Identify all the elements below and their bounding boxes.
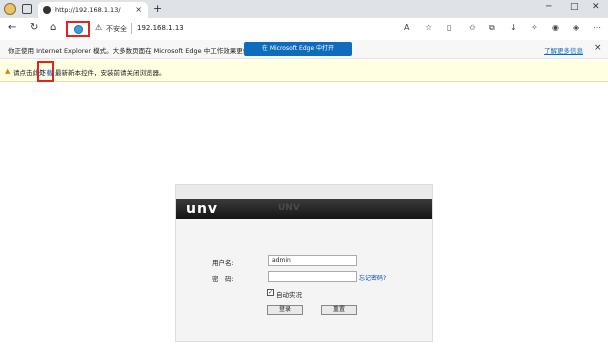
warning-icon: ▲ <box>5 67 11 75</box>
downloads-icon[interactable]: ↓ <box>510 23 517 32</box>
reset-button[interactable]: 重置 <box>321 305 357 315</box>
password-input[interactable] <box>268 271 357 282</box>
tab-close-icon[interactable]: × <box>135 5 142 14</box>
minimize-icon[interactable]: ─ <box>546 2 551 12</box>
copilot-icon[interactable]: ◈ <box>573 23 579 32</box>
auto-live-view-checkbox[interactable]: ✓ <box>267 289 274 296</box>
close-icon[interactable]: ✕ <box>592 2 600 12</box>
tab-actions-icon[interactable] <box>22 4 32 14</box>
profile-avatar[interactable] <box>4 3 16 15</box>
info-suffix-text: 最新新本控件，安装前请关闭浏览器。 <box>55 69 166 77</box>
unv-logo: unv <box>186 201 219 217</box>
forgot-password-link[interactable]: 忘记密码? <box>359 273 386 282</box>
maximize-icon[interactable]: □ <box>570 2 579 12</box>
ie-mode-message: 你正使用 Internet Explorer 模式。大多数页面在 Microso… <box>8 47 256 55</box>
tab-title: http://192.168.1.13/ <box>55 6 121 14</box>
internet-explorer-icon <box>74 25 83 34</box>
close-icon[interactable]: × <box>594 43 602 53</box>
collections-icon[interactable]: ⧉ <box>489 23 495 33</box>
panel-header-strip <box>176 185 432 199</box>
banner-watermark: UNV <box>278 203 300 213</box>
browser-essentials-icon[interactable]: ◉ <box>552 23 559 32</box>
favorites-star-icon[interactable]: ☆ <box>425 23 432 32</box>
ie-mode-notification-bar: 你正使用 Internet Explorer 模式。大多数页面在 Microso… <box>0 40 608 59</box>
login-panel: unv UNV 用户名: admin 密 码: 忘记密码? ✓ 自动实况 登录 … <box>175 184 433 342</box>
warning-icon: ⚠ <box>95 23 103 32</box>
split-screen-icon[interactable]: ▯ <box>447 23 451 32</box>
password-label: 密 码: <box>212 275 234 283</box>
learn-more-link[interactable]: 了解更多信息 <box>544 45 583 55</box>
plugin-info-bar: ▲ 请点击此处 下载 最新新本控件，安装前请关闭浏览器。 <box>0 60 608 82</box>
address-bar[interactable]: 192.168.1.13 <box>137 24 184 32</box>
refresh-icon[interactable]: ↻ <box>30 22 38 33</box>
browser-toolbar: ← ↻ ⌂ ⚠ 不安全 192.168.1.13 A ☆ ▯ ✩ ⧉ ↓ ✧ ◉… <box>0 18 608 40</box>
security-label[interactable]: 不安全 <box>106 24 127 34</box>
username-label: 用户名: <box>212 259 234 267</box>
title-bar: http://192.168.1.13/ × + ─ □ ✕ <box>0 0 608 18</box>
auto-live-view-label: 自动实况 <box>276 291 302 299</box>
brand-banner: unv UNV <box>176 199 432 219</box>
read-aloud-icon[interactable]: A <box>404 23 409 32</box>
ie-mode-icon[interactable] <box>66 21 90 37</box>
tab-favicon-icon <box>43 6 51 14</box>
download-link[interactable]: 下载 <box>40 67 53 77</box>
browser-tab[interactable]: http://192.168.1.13/ × <box>38 2 148 18</box>
extensions-icon[interactable]: ✧ <box>531 23 538 32</box>
back-icon[interactable]: ← <box>8 22 16 33</box>
username-input[interactable]: admin <box>268 255 357 266</box>
new-tab-button[interactable]: + <box>153 2 162 15</box>
favorites-icon[interactable]: ✩ <box>469 23 476 32</box>
divider <box>131 23 132 34</box>
open-in-edge-button[interactable]: 在 Microsoft Edge 中打开 <box>244 42 352 56</box>
home-icon[interactable]: ⌂ <box>50 22 56 33</box>
more-menu-icon[interactable]: ⋯ <box>593 23 601 32</box>
login-button[interactable]: 登录 <box>267 305 303 315</box>
